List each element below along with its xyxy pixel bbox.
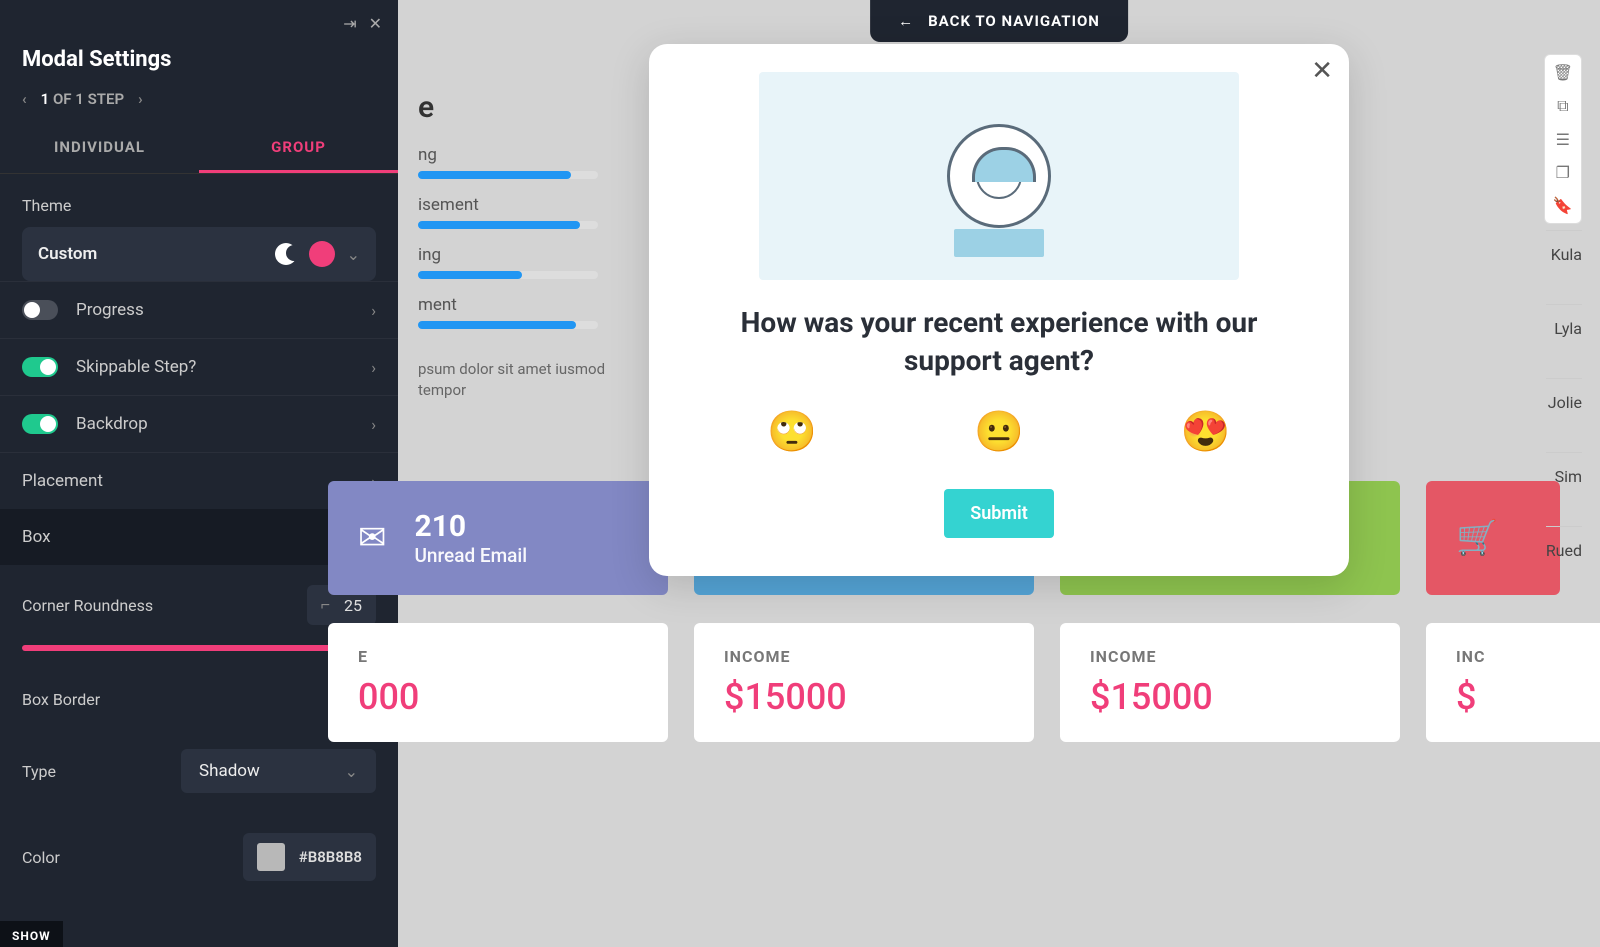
collapse-icon[interactable]: ⇥ [343,14,356,33]
type-label: Type [22,762,56,781]
floating-actions: 🗑 ⧉ ☰ ❐ 🔖 [1544,54,1582,224]
chevron-right-icon[interactable]: › [371,301,376,320]
chevron-down-icon[interactable]: ⌄ [347,245,360,264]
backdrop-toggle[interactable] [22,414,58,434]
arrow-left-icon: ← [898,12,914,30]
option-progress[interactable]: Progress › [0,281,398,338]
color-label: Color [22,848,60,867]
submit-button[interactable]: Submit [944,489,1054,538]
step-next-icon[interactable]: › [138,90,143,108]
name-list: Kula Lyla Jolie Sim Rued [1546,230,1582,600]
step-prev-icon[interactable]: ‹ [22,90,27,108]
chevron-down-icon[interactable]: ⌄ [345,762,358,781]
step-navigator: ‹ 1 OF 1 STEP › [0,90,398,124]
option-skippable[interactable]: Skippable Step? › [0,338,398,395]
tile-cart: 🛒 [1426,481,1560,595]
option-backdrop[interactable]: Backdrop › [0,395,398,452]
settings-sliders-icon[interactable]: ☰ [1553,130,1573,149]
list-item: Lyla [1546,304,1582,338]
tile-unread-email: ✉ 210Unread Email [328,481,668,595]
lorem-text: psum dolor sit amet iusmod tempor [418,359,618,401]
modal-question: How was your recent experience with our … [689,304,1309,380]
list-item: Sim [1546,452,1582,486]
canvas: ← BACK TO NAVIGATION 🗑 ⧉ ☰ ❐ 🔖 e ngiseme… [398,0,1600,947]
copy-icon[interactable]: ⧉ [1553,96,1573,116]
list-item: Kula [1546,230,1582,264]
list-item: Rued [1546,526,1582,560]
color-swatch [257,843,285,871]
income-card: E 000 [328,623,668,742]
bookmark-icon[interactable]: 🔖 [1553,196,1573,215]
show-button[interactable]: SHOW [0,921,63,947]
tab-group[interactable]: GROUP [199,124,398,173]
theme-dark-icon [275,243,297,265]
color-picker[interactable]: #B8B8B8 [243,833,376,881]
theme-accent-icon [309,241,335,267]
theme-selector[interactable]: Custom ⌄ [22,227,376,281]
income-card: INC $ [1426,623,1600,742]
emoji-happy[interactable]: 😍 [1181,408,1231,455]
chevron-right-icon[interactable]: › [371,415,376,434]
trash-icon[interactable]: 🗑 [1553,63,1573,82]
emoji-unhappy[interactable]: 🙄 [767,408,817,455]
emoji-neutral[interactable]: 😐 [974,408,1024,455]
corner-roundness-slider[interactable] [22,645,376,651]
progress-toggle[interactable] [22,300,58,320]
type-select[interactable]: Shadow ⌄ [181,749,376,793]
income-card: INCOME $15000 [694,623,1034,742]
box-border-label: Box Border [22,690,100,709]
modal-illustration [759,72,1239,280]
tab-individual[interactable]: INDIVIDUAL [0,124,199,173]
list-item: Jolie [1546,378,1582,412]
back-to-navigation-button[interactable]: ← BACK TO NAVIGATION [870,0,1128,42]
skippable-toggle[interactable] [22,357,58,377]
survey-modal: ✕ How was your recent experience with ou… [649,44,1349,576]
email-icon: ✉ [358,518,387,558]
settings-sidebar: ⇥ ✕ Modal Settings ‹ 1 OF 1 STEP › INDIV… [0,0,398,947]
chevron-right-icon[interactable]: › [371,358,376,377]
income-card: INCOME $15000 [1060,623,1400,742]
theme-section-label: Theme [22,174,376,227]
corner-icon: ⌐ [321,595,330,615]
sidebar-title: Modal Settings [0,41,398,90]
close-icon[interactable]: ✕ [1311,56,1333,86]
duplicate-icon[interactable]: ❐ [1553,163,1573,182]
close-icon[interactable]: ✕ [369,14,382,33]
corner-roundness-label: Corner Roundness [22,596,153,615]
cart-icon: 🛒 [1456,518,1498,558]
